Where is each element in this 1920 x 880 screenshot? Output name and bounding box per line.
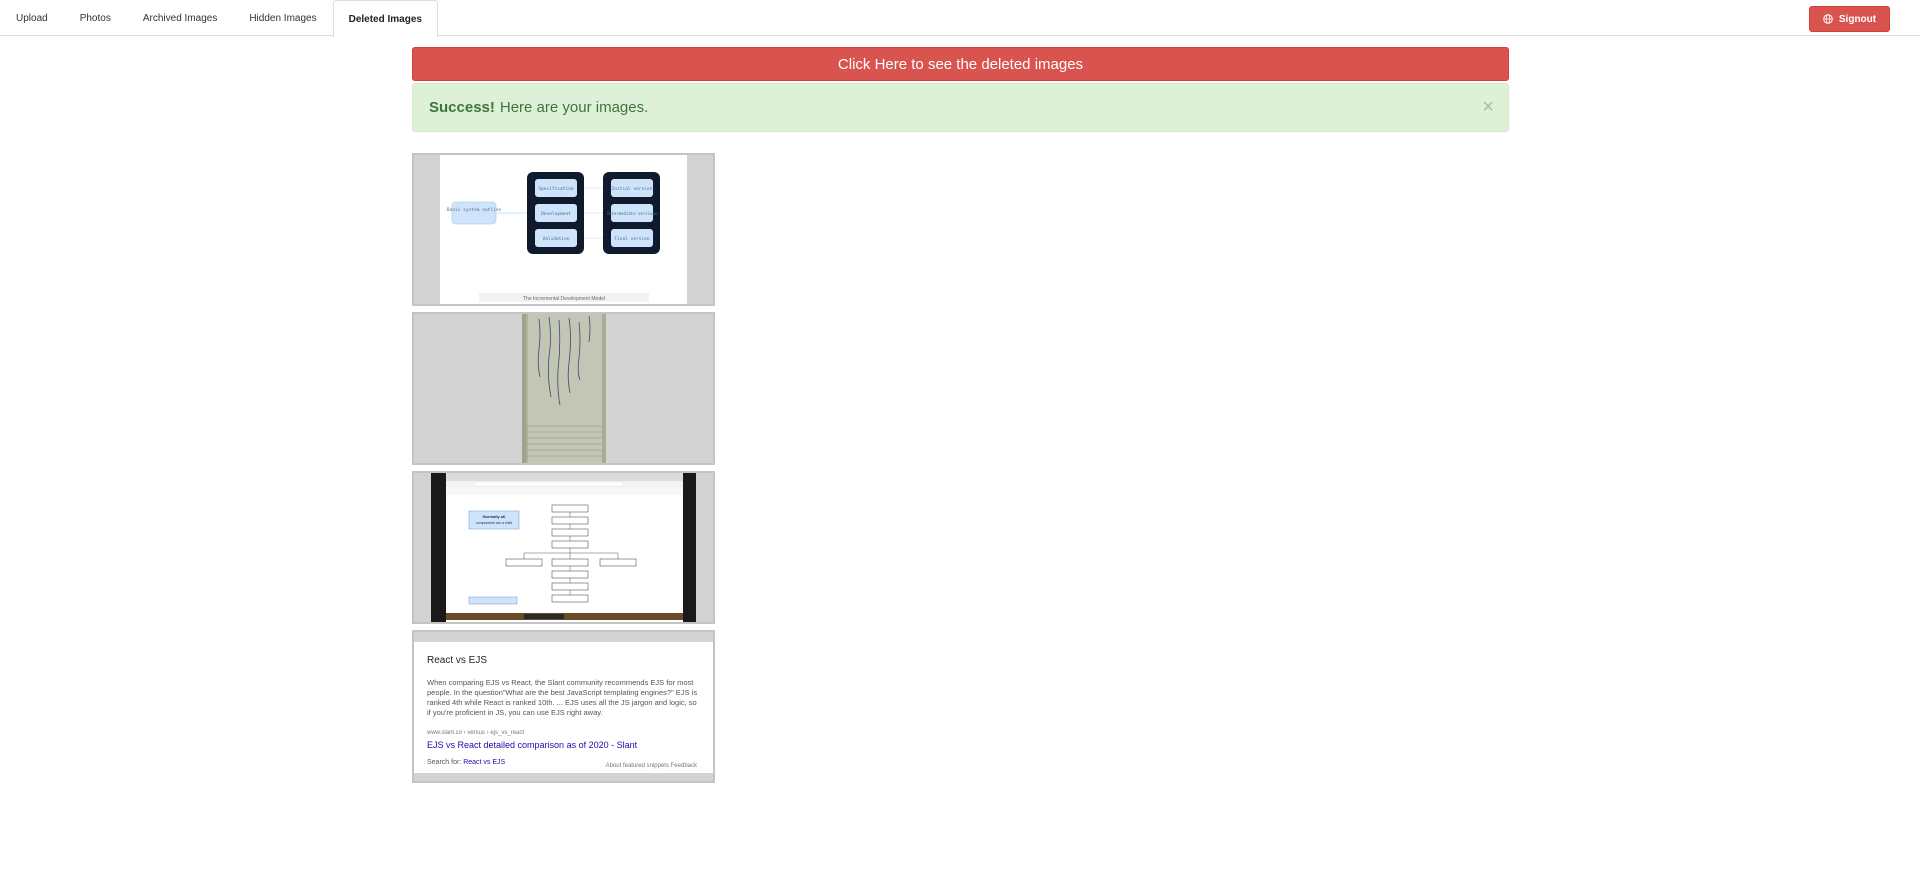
diagram-mid-1: Specification [538, 186, 574, 192]
snippet-title: React vs EJS [427, 655, 488, 666]
svg-text:Normally all: Normally all [483, 514, 506, 519]
success-alert: Success! Here are your images. × [412, 83, 1509, 132]
nav-tabs: Upload Photos Archived Images Hidden Ima… [0, 0, 438, 37]
tab-archived-images[interactable]: Archived Images [127, 0, 233, 36]
signout-button[interactable]: Signout [1809, 6, 1890, 32]
diagram-right-1: Initial version [612, 186, 653, 192]
top-nav: Upload Photos Archived Images Hidden Ima… [0, 0, 1920, 37]
svg-text:components are a child: components are a child [476, 521, 512, 525]
close-icon[interactable]: × [1482, 97, 1494, 117]
show-deleted-images-button[interactable]: Click Here to see the deleted images [412, 47, 1509, 81]
alert-strong: Success! [429, 99, 495, 116]
snippet-url: www.slant.co › versus › ejs_vs_react [427, 730, 525, 736]
diagram-right-2: Intermediate versions [607, 211, 658, 216]
image-thumbnail-handwritten-note[interactable] [412, 312, 715, 465]
signout-label: Signout [1838, 13, 1877, 25]
image-thumbnail-incremental-model[interactable]: Basic system outline Specification Devel… [412, 153, 715, 306]
image-thumbnail-flowchart-screenshot[interactable]: Normally all components are a child [412, 471, 715, 624]
diagram-mid-3: Validation [542, 236, 569, 242]
snippet-body: When comparing EJS vs React, the Slant c… [427, 678, 698, 717]
snippet-image: React vs EJS When comparing EJS vs React… [414, 642, 713, 773]
snippet-search-prefix: Search for: [427, 759, 462, 766]
diagram-image: Basic system outline Specification Devel… [414, 155, 713, 304]
snippet-link: EJS vs React detailed comparison as of 2… [427, 740, 638, 750]
image-thumbnail-react-vs-ejs[interactable]: React vs EJS When comparing EJS vs React… [412, 630, 715, 783]
tab-hidden-images[interactable]: Hidden Images [233, 0, 332, 36]
snippet-search-term: React vs EJS [463, 759, 506, 766]
diagram-mid-2: Development [541, 211, 571, 217]
diagram-caption: The Incremental Development Model [523, 296, 605, 302]
tab-deleted-images[interactable]: Deleted Images [332, 0, 438, 37]
tab-upload[interactable]: Upload [0, 0, 64, 36]
globe-icon [1823, 14, 1833, 24]
snippet-footer: About featured snippets Feedback [605, 763, 697, 769]
note-photo-image [414, 314, 713, 463]
flowchart-image: Normally all components are a child [414, 473, 713, 622]
diagram-right-3: Final version [614, 236, 650, 242]
alert-text: Here are your images. [499, 99, 649, 116]
diagram-left-label: Basic system outline [447, 207, 501, 213]
tab-photos[interactable]: Photos [64, 0, 127, 36]
